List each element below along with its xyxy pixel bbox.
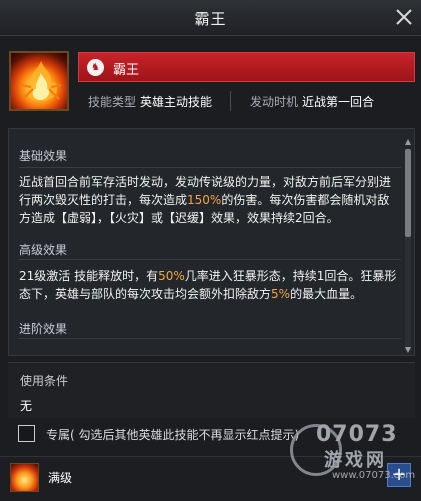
trigger-value: 近战第一回合 [302,95,375,109]
exclusive-checkbox[interactable] [18,425,35,442]
skill-name-bar: ♞ 霸王 [78,52,415,82]
description-scrollbar[interactable] [405,149,411,351]
exclusive-label: 专属( 勾选后其他英雄此技能不再显示红点提示) [46,428,300,442]
conditions-panel: 使用条件 无 [8,362,415,418]
advanced-effect-text: 21级激活 技能释放时，有50%几率进入狂暴形态，持续1回合。狂暴形态下，英雄与… [19,269,397,301]
conditions-value: 无 [20,399,33,413]
skill-icon [9,51,69,111]
basic-effect-title: 基础效果 [19,149,68,163]
title-bar: 霸王 [0,0,421,36]
trigger-label: 发动时机 [250,95,299,109]
skill-small-icon [10,463,39,492]
section-divider [19,259,401,260]
basic-effect-text: 近战首回合前军存活时发动，发动传说级的力量，对敌方前后军分别进行两次毁灭性的打击… [19,175,392,225]
description-panel[interactable]: 基础效果 近战首回合前军存活时发动，发动传说级的力量，对敌方前后军分别进行两次毁… [8,128,415,356]
watermark-brand: 07073 [316,422,398,447]
section-divider [19,167,401,168]
highlight-value: 150% [187,193,222,207]
close-icon [396,9,412,25]
add-button[interactable]: + [387,463,411,487]
conditions-label: 使用条件 [20,374,69,388]
flame-icon [20,61,62,101]
advanced-effect-title: 高级效果 [19,243,68,257]
skill-type-value: 英雄主动技能 [140,95,213,109]
section-divider [19,338,401,339]
window-title: 霸王 [194,10,227,28]
advance-effect-title: 进阶效果 [19,322,68,336]
meta-divider [230,91,231,111]
skill-type-label: 技能类型 [88,95,137,109]
horse-badge-icon: ♞ [87,59,104,76]
scroll-up-icon[interactable] [405,139,411,145]
skill-name: 霸王 [113,63,140,78]
highlight-value: 50% [158,269,185,283]
level-text: 满级 [48,471,73,485]
scroll-thumb[interactable] [405,149,411,237]
skill-meta: 技能类型 英雄主动技能 发动时机 近战第一回合 [78,88,415,114]
highlight-value: 5% [271,287,291,301]
close-button[interactable] [393,6,415,28]
scroll-down-icon[interactable] [405,347,411,353]
footer-bar: 满级 + [0,456,421,501]
